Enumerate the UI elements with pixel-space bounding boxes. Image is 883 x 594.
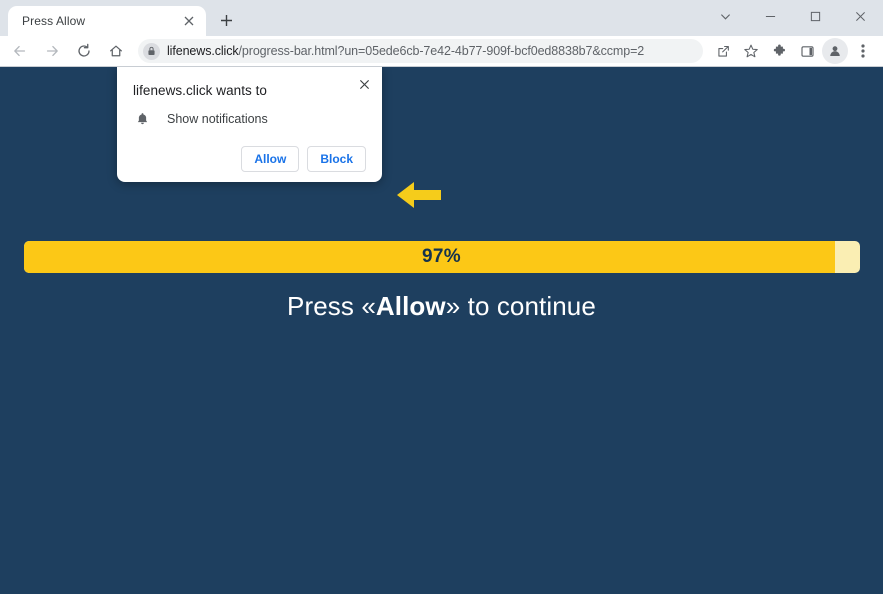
- bell-icon: [133, 112, 151, 126]
- arrow-left-icon: [14, 45, 26, 57]
- plus-icon: [220, 14, 232, 26]
- permission-request-row: Show notifications: [133, 112, 366, 126]
- dismiss-permission-icon[interactable]: [354, 74, 374, 94]
- url-path: /progress-bar.html?un=05ede6cb-7e42-4b77…: [238, 44, 645, 58]
- permission-dialog-title: lifenews.click wants to: [133, 83, 267, 98]
- notification-permission-dialog: lifenews.click wants to Show notificatio…: [117, 67, 382, 182]
- reload-button[interactable]: [70, 37, 98, 65]
- new-tab-button[interactable]: [212, 6, 240, 34]
- url-text: lifenews.click/progress-bar.html?un=05ed…: [167, 44, 644, 58]
- back-button[interactable]: [6, 37, 34, 65]
- window-controls: [703, 0, 883, 32]
- permission-label: Show notifications: [167, 112, 268, 126]
- minimize-icon: [765, 15, 776, 17]
- side-panel-icon-glyph: [800, 45, 814, 57]
- extensions-puzzle-icon[interactable]: [766, 38, 792, 64]
- close-tab-icon[interactable]: [180, 12, 198, 30]
- chevron-down-icon: [720, 13, 731, 20]
- close-icon-glyph: [184, 16, 194, 26]
- profile-avatar-icon[interactable]: [822, 38, 848, 64]
- forward-button[interactable]: [38, 37, 66, 65]
- reload-icon: [78, 43, 90, 57]
- maximize-button[interactable]: [793, 0, 838, 32]
- page-viewport: 97% Press «Allow» to continue lifenews.c…: [0, 66, 883, 594]
- headline-after: » to continue: [445, 291, 596, 321]
- close-icon: [856, 11, 865, 21]
- bell-icon-glyph: [137, 113, 147, 125]
- block-button[interactable]: Block: [307, 146, 366, 172]
- side-panel-icon[interactable]: [794, 38, 820, 64]
- url-domain: lifenews.click: [167, 44, 239, 58]
- star-icon-glyph: [744, 44, 758, 58]
- arrow-right-icon: [46, 45, 58, 57]
- tab-search-button[interactable]: [703, 0, 748, 32]
- tab-title: Press Allow: [22, 14, 86, 28]
- home-button[interactable]: [102, 37, 130, 65]
- home-icon: [110, 45, 122, 57]
- address-bar[interactable]: lifenews.click/progress-bar.html?un=05ed…: [138, 39, 703, 63]
- permission-dialog-actions: Allow Block: [133, 146, 366, 172]
- allow-button[interactable]: Allow: [241, 146, 300, 172]
- browser-window: Press Allow lifenews.click/progress-bar.…: [0, 0, 883, 594]
- puzzle-icon-glyph: [773, 44, 785, 56]
- maximize-icon: [810, 11, 821, 21]
- share-icon[interactable]: [710, 38, 736, 64]
- headline-emphasis: Allow: [375, 291, 446, 321]
- minimize-button[interactable]: [748, 0, 793, 32]
- left-arrow-pointer: [397, 182, 441, 208]
- close-window-button[interactable]: [838, 0, 883, 32]
- more-menu-icon[interactable]: [850, 38, 876, 64]
- kebab-icon-glyph: [861, 44, 865, 58]
- browser-tab[interactable]: Press Allow: [8, 6, 206, 36]
- browser-toolbar: lifenews.click/progress-bar.html?un=05ed…: [0, 36, 883, 66]
- avatar-icon-glyph: [830, 46, 840, 56]
- share-icon-glyph: [717, 45, 729, 57]
- headline-before: Press «: [287, 291, 376, 321]
- bookmark-star-icon[interactable]: [738, 38, 764, 64]
- tab-strip: Press Allow: [0, 0, 883, 36]
- lock-icon[interactable]: [143, 42, 160, 60]
- page-headline: Press «Allow» to continue: [0, 291, 883, 322]
- lock-icon-glyph: [148, 46, 155, 56]
- progress-percent-label: 97%: [422, 246, 461, 267]
- close-icon: [359, 79, 369, 89]
